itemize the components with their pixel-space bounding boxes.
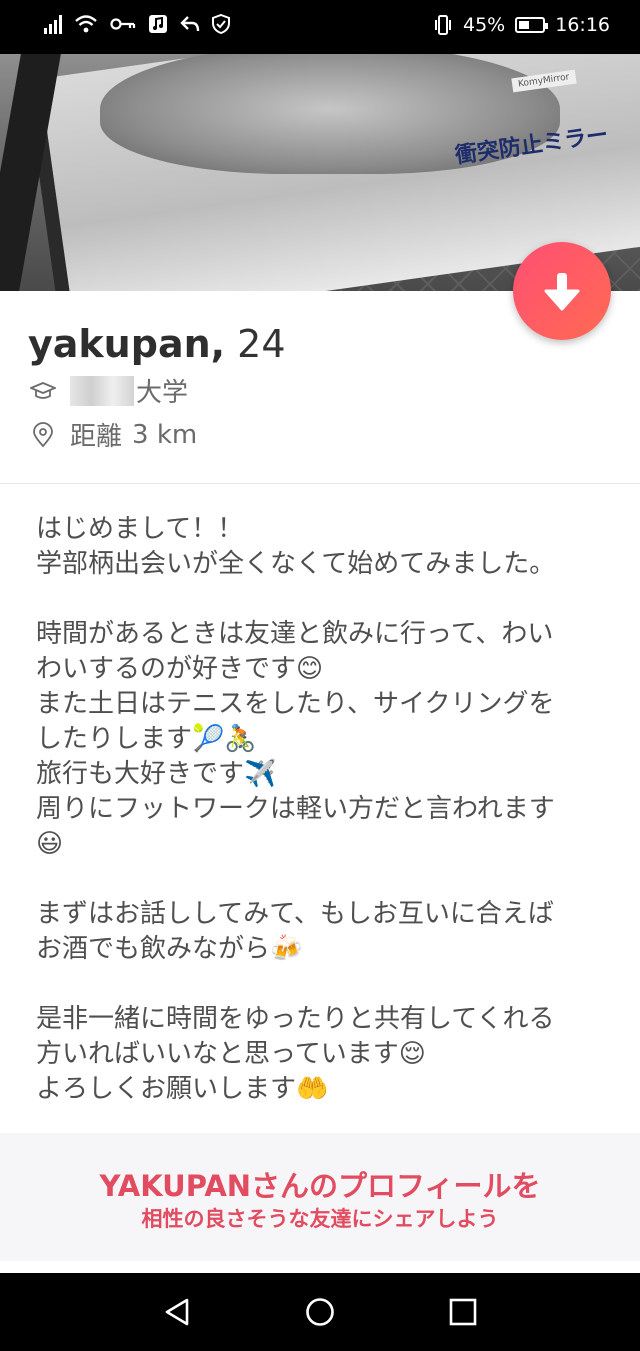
music-app-icon <box>149 15 167 33</box>
collapse-profile-button[interactable] <box>513 242 611 340</box>
distance-value: 3 km <box>132 419 198 450</box>
bio-line: 旅行も大好きです✈️ <box>36 759 277 789</box>
bio-line: 方いればいいなと思っています😌 <box>36 1039 426 1069</box>
square-recent-icon[interactable] <box>448 1297 478 1327</box>
school-row: 大学 <box>30 372 188 409</box>
navigation-bar <box>0 1273 640 1351</box>
share-subtitle: 相性の良さそうな友達にシェアしよう <box>141 1207 499 1231</box>
bio-line: 学部柄出会いが全くなくて始めてみました。 <box>36 549 556 579</box>
clock: 16:16 <box>555 14 610 36</box>
bio-blank-line <box>36 582 616 617</box>
profile-name: yakupan, <box>28 322 226 366</box>
share-title: YAKUPANさんのプロフィールを <box>99 1169 541 1203</box>
bio-line: よろしくお願いします🤲 <box>36 1074 329 1104</box>
battery-percent: 45% <box>463 14 506 36</box>
distance-row: 距離 3 km <box>30 416 197 453</box>
graduation-cap-icon <box>30 381 56 399</box>
shield-check-icon <box>212 14 230 34</box>
profile-age: 24 <box>237 322 286 366</box>
bio-line: まずはお話ししてみて、もしお互いに合えば <box>36 899 554 929</box>
signal-icon <box>44 14 62 34</box>
circle-home-icon[interactable] <box>305 1297 335 1327</box>
bio-blank-line <box>36 967 616 1002</box>
bio-line: わいするのが好きです😊 <box>36 654 324 684</box>
key-icon <box>110 18 136 30</box>
vibrate-icon <box>435 15 451 35</box>
distance-label: 距離 <box>70 422 123 452</box>
bio-line: また土日はテニスをしたり、サイクリングを <box>36 689 555 719</box>
triangle-back-icon[interactable] <box>163 1297 193 1327</box>
section-divider <box>0 483 640 484</box>
profile-name-age: yakupan, 24 <box>28 322 286 366</box>
status-right-icons: 45% 16:16 <box>433 14 610 36</box>
bio-line: 周りにフットワークは軽い方だと言われます <box>36 794 555 824</box>
battery-icon <box>515 17 549 33</box>
school-suffix: 大学 <box>136 378 189 408</box>
status-left-icons <box>44 14 230 34</box>
school-name-blurred <box>70 375 134 406</box>
share-profile-button[interactable]: YAKUPANさんのプロフィールを 相性の良さそうな友達にシェアしよう <box>0 1133 640 1261</box>
bio-line: はじめまして！！ <box>36 514 244 544</box>
location-pin-icon <box>33 421 53 447</box>
bio-line: お酒でも飲みながら🍻 <box>36 934 303 964</box>
back-arrow-notification-icon <box>180 16 200 32</box>
bio-blank-line <box>36 862 616 897</box>
bio-line: 😃 <box>36 829 64 859</box>
status-bar: 45% 16:16 <box>0 0 640 54</box>
arrow-down-icon <box>544 273 580 311</box>
bio-text: はじめまして！！ 学部柄出会いが全くなくて始めてみました。 時間があるときは友達と飲… <box>36 512 616 1107</box>
wifi-icon <box>75 15 97 33</box>
bio-line: 是非一緒に時間をゆったりと共有してくれる <box>36 1004 555 1034</box>
bio-line: 時間があるときは友達と飲みに行って、わい <box>36 619 554 649</box>
bio-line: したりします🎾🚴 <box>36 724 257 754</box>
